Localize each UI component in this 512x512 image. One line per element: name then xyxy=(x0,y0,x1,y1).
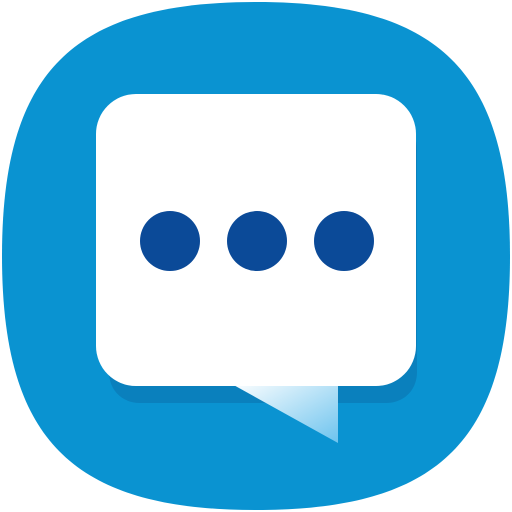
typing-dot-2 xyxy=(227,211,287,271)
typing-dot-3 xyxy=(314,211,374,271)
typing-dots xyxy=(140,211,374,271)
messages-app-icon xyxy=(2,2,510,510)
app-icon[interactable] xyxy=(0,0,512,512)
typing-dot-1 xyxy=(140,211,200,271)
